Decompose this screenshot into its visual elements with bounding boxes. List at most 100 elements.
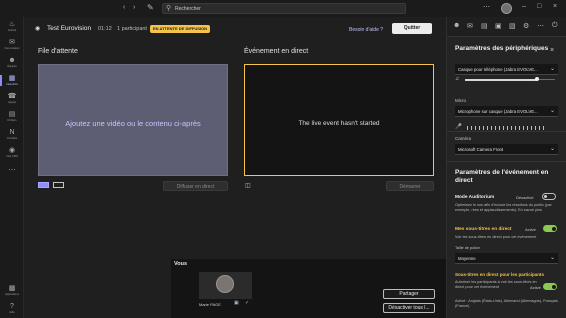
rail-item-help[interactable]: ? Aide bbox=[0, 303, 24, 314]
participant-count: 1 participant bbox=[117, 26, 147, 32]
device-settings-panel: ☻ ✉ ▤ ▣ ▧ ⚙ ⋯ ⏻ Paramètres des périphéri… bbox=[446, 17, 566, 318]
rail-item-apps[interactable]: ▩ Applications bbox=[0, 285, 24, 296]
rail-item-crm[interactable]: ◉ Visit CRM bbox=[0, 147, 24, 158]
live-preview: The live event hasn't started bbox=[244, 64, 434, 176]
help-link[interactable]: Besoin d'aide ? bbox=[349, 27, 383, 33]
title-bar: ‹ › ✎ ⚲ Rechercher ⋯ – □ × bbox=[0, 0, 566, 17]
participant-subtitles-languages: Activé : Anglais (États-Unis), Allemand … bbox=[455, 299, 558, 308]
qa-icon[interactable]: ▣ bbox=[495, 22, 502, 30]
rail-item-activity[interactable]: ♨ Activité bbox=[0, 21, 24, 32]
mic-level-bars bbox=[467, 126, 547, 130]
back-arrow-icon[interactable]: ‹ bbox=[123, 4, 125, 11]
more-options-icon[interactable]: ⋯ bbox=[537, 22, 544, 30]
avatar bbox=[216, 275, 234, 293]
queue-title: File d'attente bbox=[38, 48, 78, 55]
teams-icon: ☻ bbox=[8, 57, 16, 64]
live-layout-icon[interactable]: ◫ bbox=[245, 182, 251, 189]
more-icon: ⋯ bbox=[8, 167, 16, 174]
queue-preview[interactable]: Ajoutez une vidéo ou le contenu ci-après bbox=[38, 64, 228, 176]
phone-icon: ☎ bbox=[7, 93, 17, 100]
panel-title: Paramètres des périphériques bbox=[455, 45, 549, 52]
event-settings-title: Paramètres de l'événement en direct bbox=[455, 169, 549, 184]
font-size-select[interactable]: Moyenne ⌄ bbox=[455, 253, 558, 264]
search-input[interactable]: ⚲ Rechercher bbox=[162, 3, 406, 14]
camera-value: Microsoft Camera Front bbox=[458, 147, 504, 152]
camera-select[interactable]: Microsoft Camera Front ⌄ bbox=[455, 144, 558, 155]
people-icon[interactable]: ☻ bbox=[453, 22, 460, 29]
rail-item-onenote[interactable]: N OneNote bbox=[0, 129, 24, 140]
minimize-icon[interactable]: – bbox=[522, 3, 526, 10]
rail-item-calls[interactable]: ☎ Appels bbox=[0, 93, 24, 104]
live-event-icon: ◉ bbox=[35, 26, 41, 32]
rail-item-calendar[interactable]: ▦ Calendrier bbox=[0, 75, 24, 86]
rail-item-files[interactable]: ▤ Fichiers bbox=[0, 111, 24, 122]
speaker-value: Casque pour téléphone (Jabra EVOLVE... bbox=[458, 67, 538, 72]
mic-off-icon[interactable]: ✓ bbox=[245, 300, 249, 306]
rail-item-teams[interactable]: ☻ Équipes bbox=[0, 57, 24, 68]
send-live-button[interactable]: Diffuser en direct bbox=[163, 181, 228, 191]
font-size-value: Moyenne bbox=[458, 256, 476, 261]
my-subtitles-toggle[interactable] bbox=[543, 225, 557, 232]
layout-single-icon[interactable] bbox=[38, 182, 49, 188]
auditorium-toggle[interactable] bbox=[542, 193, 556, 200]
speaker-icon: ♫ bbox=[455, 76, 460, 82]
participant-name: Marie PAGE bbox=[199, 302, 221, 307]
share-button[interactable]: Partager bbox=[383, 289, 435, 299]
volume-handle[interactable] bbox=[535, 77, 539, 81]
speaker-select[interactable]: Casque pour téléphone (Jabra EVOLVE... ⌄ bbox=[455, 64, 558, 75]
layout-side-by-side-icon[interactable] bbox=[53, 182, 64, 188]
onenote-icon: N bbox=[9, 129, 15, 136]
settings-icon[interactable]: ⚙ bbox=[523, 22, 529, 30]
file-icon: ▤ bbox=[8, 111, 16, 118]
mic-select[interactable]: Microphone sur casque (Jabra EVOLVE... ⌄ bbox=[455, 106, 558, 117]
camera-icon[interactable]: ▣ bbox=[234, 300, 239, 306]
maximize-icon[interactable]: □ bbox=[537, 3, 541, 10]
disable-all-button[interactable]: Désactiver tous l... bbox=[383, 303, 435, 313]
participant-subtitles-description: Autoriser les participants à voir les so… bbox=[455, 280, 537, 289]
calendar-icon: ▦ bbox=[8, 75, 16, 82]
live-title: Événement en direct bbox=[244, 48, 309, 55]
mic-value: Microphone sur casque (Jabra EVOLVE... bbox=[458, 109, 538, 114]
app-rail: ♨ Activité ✉ Conversation ☻ Équipes ▦ Ca… bbox=[0, 17, 24, 318]
my-subtitles-state: Activé bbox=[525, 227, 536, 232]
rail-label: Équipes bbox=[7, 65, 17, 68]
rail-label: Conversation bbox=[4, 47, 20, 50]
participant-subtitles-title: Sous-titres en direct pour les participa… bbox=[455, 272, 545, 277]
event-title: Test Eurovision bbox=[47, 25, 92, 32]
font-size-label: Taille de police bbox=[455, 246, 480, 250]
close-icon[interactable]: × bbox=[550, 47, 554, 54]
rail-item-chat[interactable]: ✉ Conversation bbox=[0, 39, 24, 50]
leave-icon[interactable]: ⏻ bbox=[552, 22, 558, 30]
mic-label: Micro bbox=[455, 98, 466, 103]
bell-icon: ♨ bbox=[8, 21, 16, 28]
rail-label: Visit CRM bbox=[6, 155, 18, 158]
more-options-icon[interactable]: ⋯ bbox=[483, 3, 490, 11]
rail-label: Calendrier bbox=[6, 83, 18, 86]
rail-more[interactable]: ⋯ bbox=[0, 167, 24, 175]
compose-icon[interactable]: ✎ bbox=[147, 3, 154, 12]
start-button[interactable]: Démarrer bbox=[386, 181, 434, 191]
panel-toolbar: ☻ ✉ ▤ ▣ ▧ ⚙ ⋯ ⏻ bbox=[447, 17, 566, 37]
volume-slider[interactable]: ♫ bbox=[455, 75, 558, 85]
you-section-title: Vous bbox=[174, 261, 188, 267]
event-header: ◉ Test Eurovision 01:12 1 participant EN… bbox=[24, 17, 446, 42]
search-placeholder: Rechercher bbox=[175, 6, 201, 12]
auditorium-state: Désactivé bbox=[516, 195, 534, 200]
health-icon[interactable]: ▧ bbox=[509, 22, 516, 30]
apps-icon: ▩ bbox=[8, 285, 16, 292]
divider bbox=[447, 131, 566, 132]
notes-icon[interactable]: ▤ bbox=[481, 22, 488, 30]
status-badge: EN ATTENTE DE DIFFUSION bbox=[150, 25, 210, 33]
chevron-down-icon: ⌄ bbox=[549, 146, 555, 152]
forward-arrow-icon[interactable]: › bbox=[133, 4, 135, 11]
chevron-down-icon: ⌄ bbox=[549, 108, 555, 114]
chat-icon[interactable]: ✉ bbox=[467, 22, 473, 30]
close-icon[interactable]: × bbox=[553, 3, 557, 10]
auditorium-description: Optimisez le son afin d'inclure les réac… bbox=[455, 203, 552, 212]
avatar[interactable] bbox=[501, 3, 512, 14]
search-icon: ⚲ bbox=[166, 5, 172, 12]
participant-tile[interactable] bbox=[199, 272, 252, 299]
event-timer: 01:12 bbox=[98, 26, 112, 32]
participant-subtitles-toggle[interactable] bbox=[543, 283, 557, 290]
quit-button[interactable]: Quitter bbox=[392, 23, 432, 34]
